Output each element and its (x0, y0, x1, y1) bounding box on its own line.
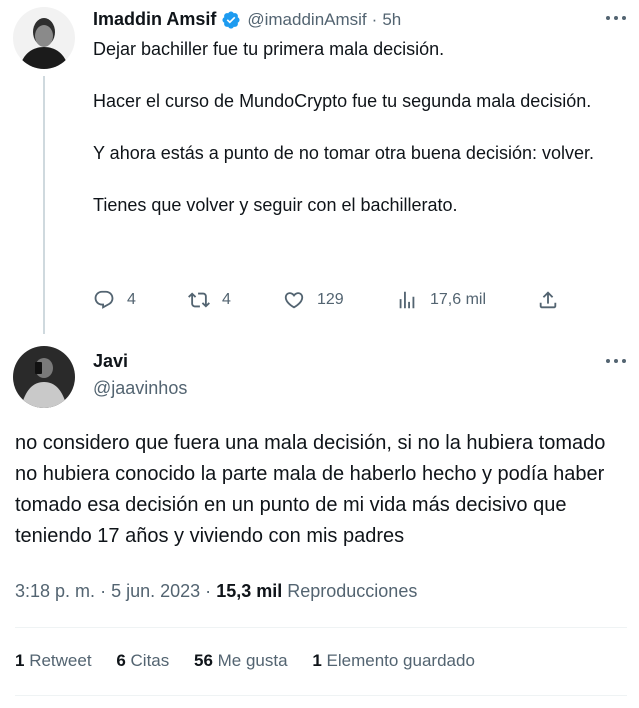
avatar-imaddin[interactable] (13, 7, 75, 69)
reply-views-label: Reproducciones (287, 581, 418, 601)
retweet-icon (188, 292, 210, 308)
author-handle[interactable]: @imaddinAmsif (247, 10, 366, 30)
parent-more-options-icon[interactable] (606, 16, 626, 22)
reply-tweet-text: no considero que fuera una mala decisión… (15, 432, 606, 547)
avatar-javi[interactable] (13, 346, 75, 408)
verified-badge-icon (222, 10, 240, 29)
share-icon (539, 291, 557, 309)
tweet-time[interactable]: 5h (382, 10, 401, 30)
views-chart-icon (399, 291, 415, 309)
reply-button[interactable]: 4 (93, 289, 136, 311)
bookmarks-stat-count: 1 (312, 651, 322, 670)
header-separator: · (371, 9, 378, 29)
retweets-stat-label: Retweet (29, 651, 92, 670)
reply-time[interactable]: 3:18 p. m. (15, 581, 95, 601)
likes-stat[interactable]: 56 Me gusta (194, 651, 288, 670)
retweet-count: 4 (222, 291, 231, 308)
reply-views-count: 15,3 mil (216, 581, 283, 601)
parent-tweet-text: Dejar bachiller fue tu primera mala deci… (93, 39, 594, 215)
reply-icon (94, 290, 114, 309)
reply-count: 4 (127, 291, 136, 308)
views-count: 17,6 mil (430, 291, 487, 308)
author-name[interactable]: Imaddin Amsif (93, 9, 216, 30)
quotes-stat[interactable]: 6 Citas (116, 651, 169, 670)
meta-dot: · (100, 581, 107, 601)
like-button[interactable]: 129 (283, 289, 344, 311)
like-count: 129 (317, 291, 344, 308)
views-button[interactable]: 17,6 mil (396, 289, 486, 311)
bookmarks-stat-label: Elemento guardado (326, 651, 475, 670)
reply-author-handle[interactable]: @jaavinhos (93, 378, 187, 399)
reply-metadata: 3:18 p. m. · 5 jun. 2023 · 15,3 mil Repr… (15, 581, 417, 602)
reply-more-options-icon[interactable] (606, 359, 626, 365)
share-button[interactable] (537, 289, 571, 311)
reply-author-name[interactable]: Javi (93, 351, 128, 372)
quotes-stat-label: Citas (130, 651, 170, 670)
reply-date[interactable]: 5 jun. 2023 (111, 581, 200, 601)
heart-icon (284, 292, 304, 309)
quotes-stat-count: 6 (116, 651, 126, 670)
reply-stats-row: 1 Retweet 6 Citas 56 Me gusta 1 Elemento… (15, 651, 475, 671)
bookmarks-stat[interactable]: 1 Elemento guardado (312, 651, 475, 670)
meta-dot: · (205, 581, 212, 601)
retweet-button[interactable]: 4 (188, 289, 231, 311)
likes-stat-label: Me gusta (217, 651, 288, 670)
retweets-stat[interactable]: 1 Retweet (15, 651, 92, 670)
likes-stat-count: 56 (193, 651, 213, 670)
divider (15, 627, 627, 628)
retweets-stat-count: 1 (15, 651, 25, 670)
parent-tweet-header: Imaddin Amsif @imaddinAmsif · 5h (93, 9, 401, 30)
thread-connector-line (43, 76, 45, 334)
divider (15, 695, 627, 696)
